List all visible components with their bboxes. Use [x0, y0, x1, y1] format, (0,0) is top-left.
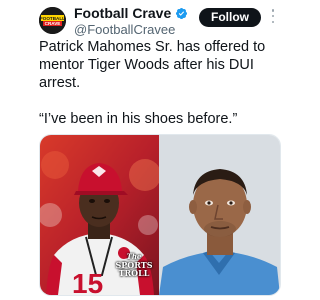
author-block: Football Crave @FootballCravee	[74, 5, 188, 37]
watermark-line2: TROLL	[118, 268, 150, 278]
photo-woods-illustration	[159, 135, 280, 295]
follow-button[interactable]: Follow	[199, 8, 261, 27]
jersey-number: 15	[72, 268, 103, 295]
display-name[interactable]: Football Crave	[74, 5, 171, 21]
name-row: Football Crave	[74, 5, 188, 21]
tweet-text-line1: Patrick Mahomes Sr. has offered to mento…	[39, 39, 266, 91]
verified-badge-icon	[176, 7, 188, 19]
tweet-card: FOOTBALL CRAVE Football Crave @FootballC…	[0, 0, 317, 300]
tweet-media[interactable]: 15 The SPORTS TROLL	[39, 134, 281, 296]
tweet-text: Patrick Mahomes Sr. has offered to mento…	[39, 38, 289, 128]
avatar-logo: FOOTBALL CRAVE	[39, 7, 66, 34]
avatar-text-line2: CRAVE	[45, 21, 61, 26]
more-options-icon[interactable]	[271, 9, 275, 23]
avatar[interactable]: FOOTBALL CRAVE	[39, 7, 66, 34]
media-photo-mahomes-sr[interactable]: 15 The SPORTS TROLL	[40, 135, 159, 295]
sports-troll-watermark: The SPORTS TROLL	[112, 253, 156, 278]
media-photo-tiger-woods[interactable]	[159, 135, 280, 295]
tweet-text-quote: “I’ve been in his shoes before.”	[39, 111, 238, 127]
handle[interactable]: @FootballCravee	[74, 22, 188, 37]
